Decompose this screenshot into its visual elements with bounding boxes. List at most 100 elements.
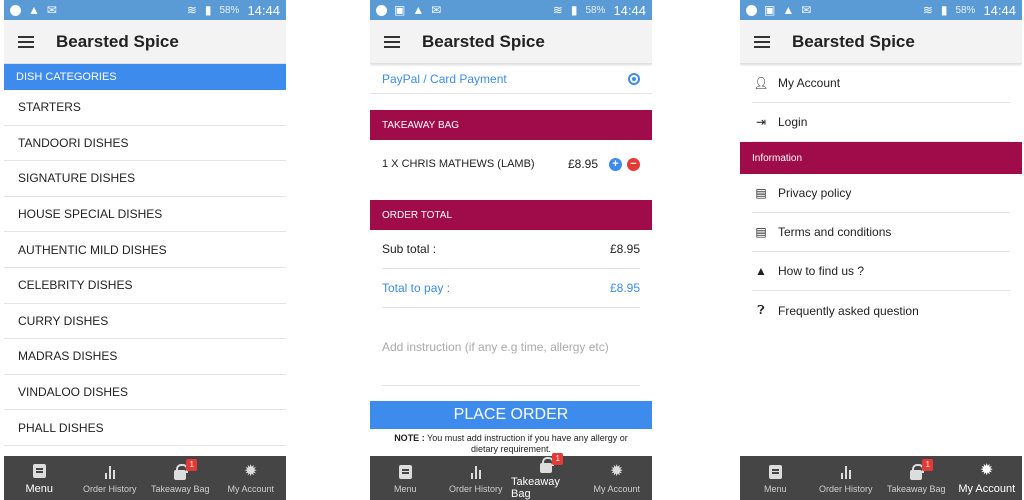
user-icon: 👤︎ [753, 76, 769, 90]
nav-order-history[interactable]: Order History [75, 456, 146, 500]
my-account-link[interactable]: 👤︎ My Account [752, 64, 1010, 103]
category-item[interactable]: CELEBRITY DISHES [4, 268, 286, 304]
takeaway-bag-header: TAKEAWAY BAG [370, 110, 652, 140]
bag-item-label: 1 X CHRIS MATHEWS (LAMB) [382, 158, 535, 170]
login-link[interactable]: ⇥ Login [752, 103, 1010, 142]
nav-menu[interactable]: Menu [370, 456, 441, 500]
my-account-label: My Account [778, 76, 841, 90]
warning-icon: ▲ [412, 3, 425, 17]
category-item[interactable]: AUTHENTIC MILD DISHES [4, 232, 286, 268]
nav-order-history[interactable]: Order History [811, 456, 882, 500]
lock-icon [174, 464, 189, 480]
status-bar: ▣ ▲ ✉ ≋ ▮ 58% 14:44 [370, 0, 652, 20]
category-item[interactable]: STARTERS [4, 90, 286, 126]
category-item[interactable]: HOUSE SPECIAL DISHES [4, 197, 286, 233]
app-title: Bearsted Spice [56, 31, 179, 51]
mail-icon: ✉ [801, 3, 812, 17]
bottom-nav: Menu Order History 1 Takeaway Bag ✹ My A… [740, 456, 1022, 500]
app-title: Bearsted Spice [422, 31, 545, 51]
find-us-link[interactable]: ▲ How to find us ? [752, 252, 1010, 291]
category-item[interactable]: PHALL DISHES [4, 410, 286, 446]
takeaway-bag-screen: ▣ ▲ ✉ ≋ ▮ 58% 14:44 Bearsted Spice PayPa… [370, 0, 652, 500]
warning-icon: ▲ [782, 3, 795, 17]
bottom-nav: Menu Order History 1 Takeaway Bag ✹ My A… [4, 456, 286, 500]
order-total-header: ORDER TOTAL [370, 200, 652, 230]
clock: 14:44 [983, 2, 1016, 18]
nav-my-account-label: My Account [227, 484, 275, 494]
nav-my-account[interactable]: ✹ My Account [582, 456, 653, 500]
nav-my-account[interactable]: ✹ My Account [952, 456, 1023, 500]
chart-icon [470, 465, 481, 479]
note-text: You must add instruction if you have any… [424, 433, 628, 454]
nav-my-account[interactable]: ✹ My Account [216, 456, 287, 500]
increase-quantity-button[interactable]: + [609, 157, 622, 171]
total-to-pay-value: £8.95 [609, 281, 640, 295]
hamburger-menu-icon[interactable] [18, 35, 34, 48]
hamburger-menu-icon[interactable] [754, 35, 770, 48]
nav-my-account-label: My Account [593, 484, 641, 494]
nav-menu[interactable]: Menu [4, 456, 75, 500]
mail-icon: ✉ [46, 3, 57, 17]
account-screen: ▣ ▲ ✉ ≋ ▮ 58% 14:44 Bearsted Spice 👤︎ My… [740, 0, 1022, 500]
category-item[interactable]: CURRY DISHES [4, 304, 286, 340]
gear-icon: ✹ [610, 463, 624, 480]
privacy-policy-link[interactable]: ▤ Privacy policy [752, 174, 1010, 213]
nav-takeaway-bag[interactable]: 1 Takeaway Bag [881, 456, 952, 500]
faq-label: Frequently asked question [778, 303, 919, 318]
payment-option-row[interactable]: PayPal / Card Payment [370, 64, 652, 94]
nav-takeaway-bag[interactable]: 1 Takeaway Bag [511, 453, 582, 500]
payment-radio[interactable] [628, 72, 640, 85]
signal-icon: ▮ [204, 3, 212, 17]
subtotal-row: Sub total : £8.95 [382, 230, 640, 269]
bag-item-price: £8.95 [567, 157, 598, 171]
bottom-nav: Menu Order History 1 Takeaway Bag ✹ My A… [370, 453, 653, 500]
category-item[interactable]: MADRAS DISHES [4, 339, 286, 375]
menu-icon [768, 465, 782, 479]
wifi-icon: ≋ [552, 3, 563, 17]
bag-item-row: 1 X CHRIS MATHEWS (LAMB) £8.95 + − [370, 140, 652, 188]
faq-link[interactable]: ❓︎ Frequently asked question [752, 291, 1010, 330]
nav-my-account-label: My Account [958, 483, 1016, 495]
decrease-quantity-button[interactable]: − [627, 157, 640, 171]
instruction-input[interactable]: Add instruction (if any e.g time, allerg… [382, 308, 640, 386]
wifi-icon: ≋ [186, 3, 197, 17]
image-icon: ▣ [764, 3, 776, 17]
subtotal-label: Sub total : [382, 242, 437, 256]
mail-icon: ✉ [431, 3, 442, 17]
signal-icon: ▮ [940, 3, 948, 17]
app-bar: Bearsted Spice [370, 20, 652, 64]
bag-count-badge: 1 [186, 459, 198, 471]
clock: 14:44 [613, 2, 646, 18]
terms-link[interactable]: ▤ Terms and conditions [752, 213, 1010, 252]
bag-count-badge: 1 [922, 459, 934, 471]
bag-count-badge: 1 [552, 453, 564, 465]
battery-percent: 58% [955, 4, 976, 16]
nav-menu-label: Menu [763, 484, 787, 494]
category-item[interactable]: VINDALOO DISHES [4, 375, 286, 411]
chart-icon [840, 465, 851, 479]
menu-screen: ▲ ✉ ≋ ▮ 58% 14:44 Bearsted Spice DISH CA… [4, 0, 286, 500]
lock-icon [540, 457, 555, 473]
payment-option-label: PayPal / Card Payment [382, 71, 507, 86]
place-order-button[interactable]: PLACE ORDER [370, 401, 652, 429]
category-item[interactable]: TANDOORI DISHES [4, 126, 286, 162]
nav-menu-label: Menu [393, 484, 417, 494]
privacy-policy-label: Privacy policy [778, 186, 852, 200]
hamburger-menu-icon[interactable] [384, 35, 400, 48]
question-icon: ❓︎ [757, 303, 765, 317]
nav-menu[interactable]: Menu [740, 456, 811, 500]
chart-icon [104, 465, 115, 479]
app-title: Bearsted Spice [792, 31, 915, 51]
login-label: Login [778, 115, 808, 129]
nav-takeaway-bag[interactable]: 1 Takeaway Bag [145, 456, 216, 500]
total-to-pay-row: Total to pay : £8.95 [382, 269, 640, 308]
information-header: Information [740, 142, 1022, 174]
category-item[interactable]: SIGNATURE DISHES [4, 161, 286, 197]
status-bar: ▣ ▲ ✉ ≋ ▮ 58% 14:44 [740, 0, 1022, 20]
allergy-note: NOTE : You must add instruction if you h… [370, 429, 652, 459]
status-bar: ▲ ✉ ≋ ▮ 58% 14:44 [4, 0, 286, 20]
image-icon: ▣ [394, 3, 406, 17]
nav-takeaway-bag-label: Takeaway Bag [511, 476, 560, 500]
nav-order-history[interactable]: Order History [441, 456, 512, 500]
nav-order-history-label: Order History [448, 484, 503, 494]
